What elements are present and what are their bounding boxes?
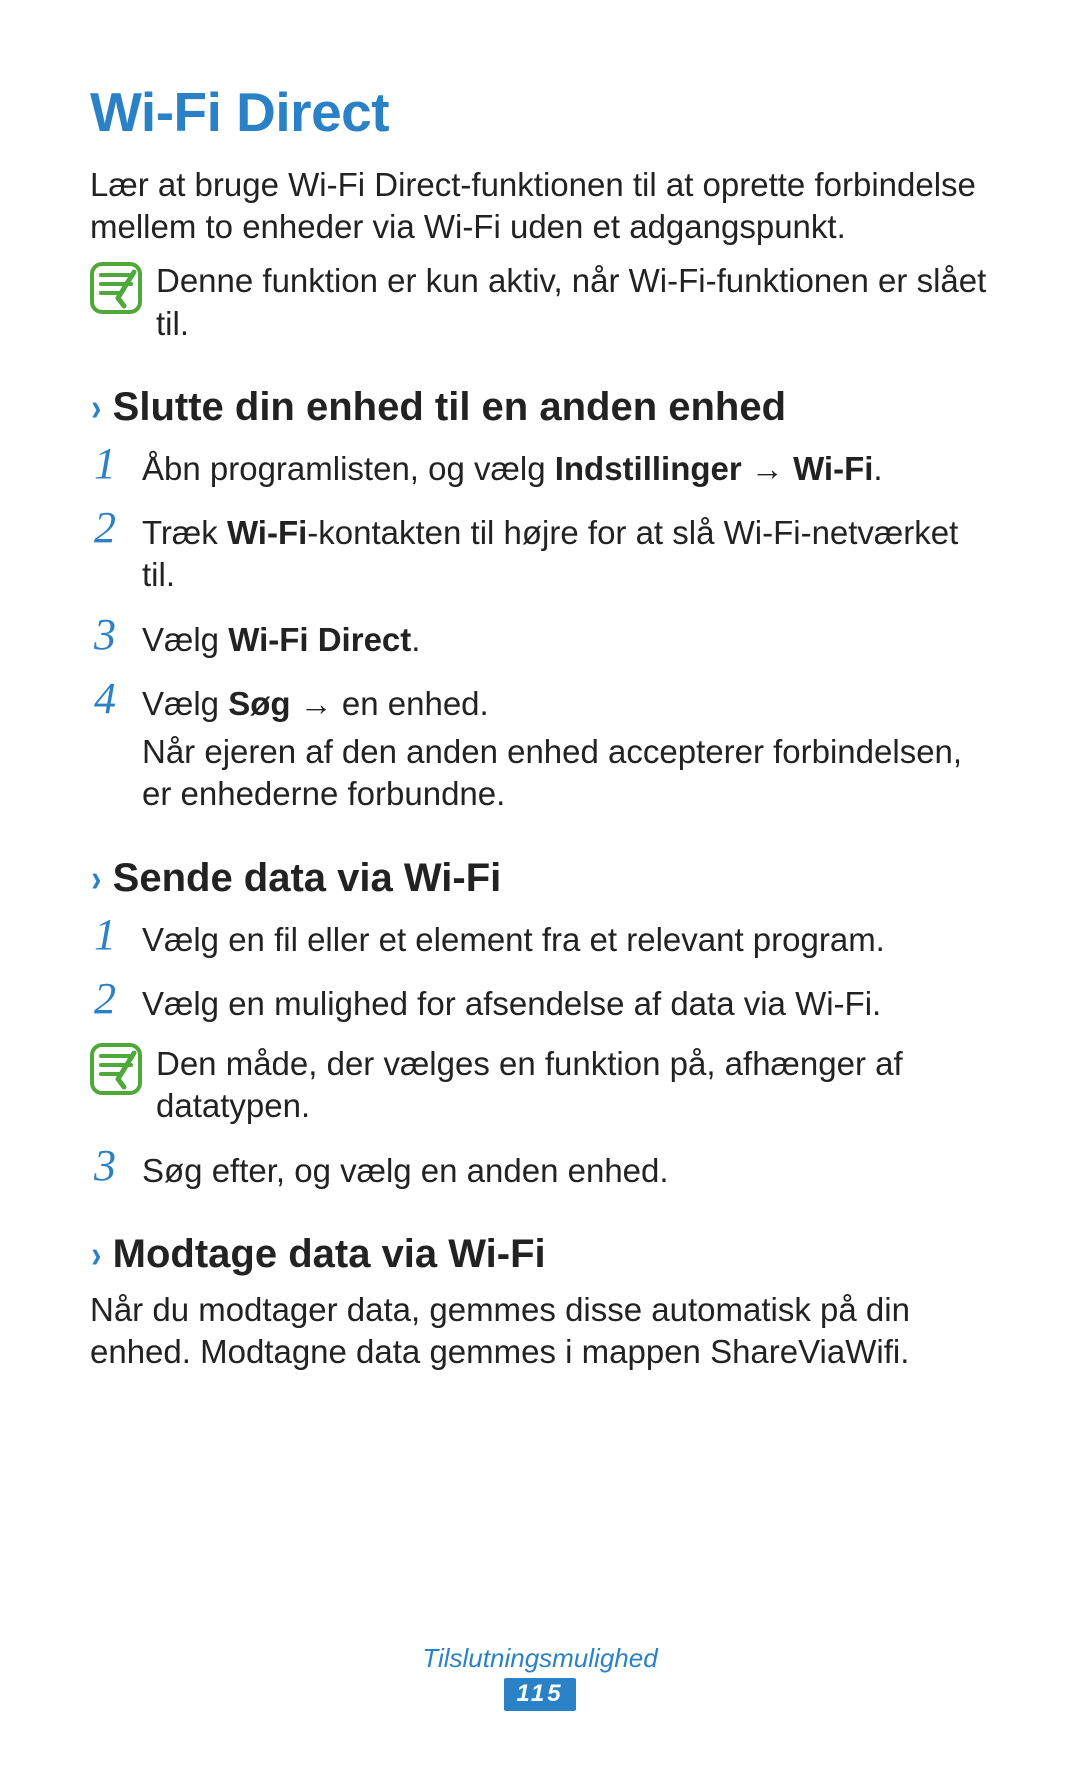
subsection-title: Slutte din enhed til en anden enhed [113,385,786,430]
note-text: Denne funktion er kun aktiv, når Wi-Fi-f… [156,260,990,344]
subsection-heading-receive: › Modtage data via Wi-Fi [90,1232,990,1277]
body-paragraph: Når du modtager data, gemmes disse autom… [90,1289,990,1373]
page-footer: Tilslutningsmulighed 115 [0,1643,1080,1711]
bold-text: Søg [228,685,290,722]
bold-text: Wi-Fi [793,450,873,487]
chevron-icon: › [91,860,101,898]
step-item: 3 Søg efter, og vælg en anden enhed. [90,1144,990,1198]
step-number: 3 [90,1144,120,1188]
footer-section-name: Tilslutningsmulighed [0,1643,1080,1674]
note-block: Den måde, der vælges en funktion på, afh… [90,1041,990,1127]
text: Vælg [142,685,228,722]
steps-list: 3 Søg efter, og vælg en anden enhed. [90,1144,990,1198]
step-item: 1 Åbn programlisten, og vælg Indstilling… [90,442,990,496]
steps-list: 1 Åbn programlisten, og vælg Indstilling… [90,442,990,822]
text: Vælg [142,621,228,658]
step-body: Vælg en mulighed for afsendelse af data … [142,977,990,1031]
step-body: Søg efter, og vælg en anden enhed. [142,1144,990,1198]
step-item: 4 Vælg Søg → en enhed. Når ejeren af den… [90,677,990,822]
step-body: Vælg Søg → en enhed. Når ejeren af den a… [142,677,990,822]
step-extra-text: Når ejeren af den anden enhed accepterer… [142,731,990,815]
step-number: 2 [90,977,120,1021]
step-item: 3 Vælg Wi-Fi Direct. [90,613,990,667]
chevron-icon: › [91,1236,101,1274]
step-body: Vælg Wi-Fi Direct. [142,613,990,667]
subsection-heading-connect: › Slutte din enhed til en anden enhed [90,385,990,430]
footer-page-number: 115 [504,1678,575,1711]
step-number: 3 [90,613,120,657]
chevron-icon: › [91,389,101,427]
arrow-text: → [291,685,342,722]
subsection-title: Modtage data via Wi-Fi [113,1232,546,1277]
steps-list: 1 Vælg en fil eller et element fra et re… [90,913,990,1031]
text: . [411,621,420,658]
text: en enhed. [342,685,489,722]
note-icon [90,1043,142,1095]
text: Åbn programlisten, og vælg [142,450,555,487]
intro-paragraph: Lær at bruge Wi-Fi Direct-funktionen til… [90,164,990,248]
bold-text: Indstillinger [555,450,742,487]
bold-text: Wi-Fi [227,514,307,551]
bold-text: Wi-Fi Direct [228,621,411,658]
note-icon [90,262,142,314]
document-page: Wi-Fi Direct Lær at bruge Wi-Fi Direct-f… [0,0,1080,1771]
arrow-text: → [742,450,793,487]
step-number: 4 [90,677,120,721]
text: . [873,450,882,487]
text: Træk [142,514,227,551]
step-item: 2 Træk Wi-Fi-kontakten til højre for at … [90,506,990,602]
subsection-heading-send: › Sende data via Wi-Fi [90,856,990,901]
step-item: 2 Vælg en mulighed for afsendelse af dat… [90,977,990,1031]
step-item: 1 Vælg en fil eller et element fra et re… [90,913,990,967]
text: Vælg en fil eller et element fra et rele… [142,919,990,961]
step-body: Vælg en fil eller et element fra et rele… [142,913,990,967]
note-text: Den måde, der vælges en funktion på, afh… [156,1041,990,1127]
text: Vælg en mulighed for afsendelse af data … [142,983,990,1025]
step-number: 1 [90,913,120,957]
step-number: 1 [90,442,120,486]
step-body: Åbn programlisten, og vælg Indstillinger… [142,442,990,496]
step-number: 2 [90,506,120,550]
text: Søg efter, og vælg en anden enhed. [142,1150,990,1192]
subsection-title: Sende data via Wi-Fi [113,856,502,901]
page-title: Wi-Fi Direct [90,80,990,144]
step-body: Træk Wi-Fi-kontakten til højre for at sl… [142,506,990,602]
note-block: Denne funktion er kun aktiv, når Wi-Fi-f… [90,260,990,344]
